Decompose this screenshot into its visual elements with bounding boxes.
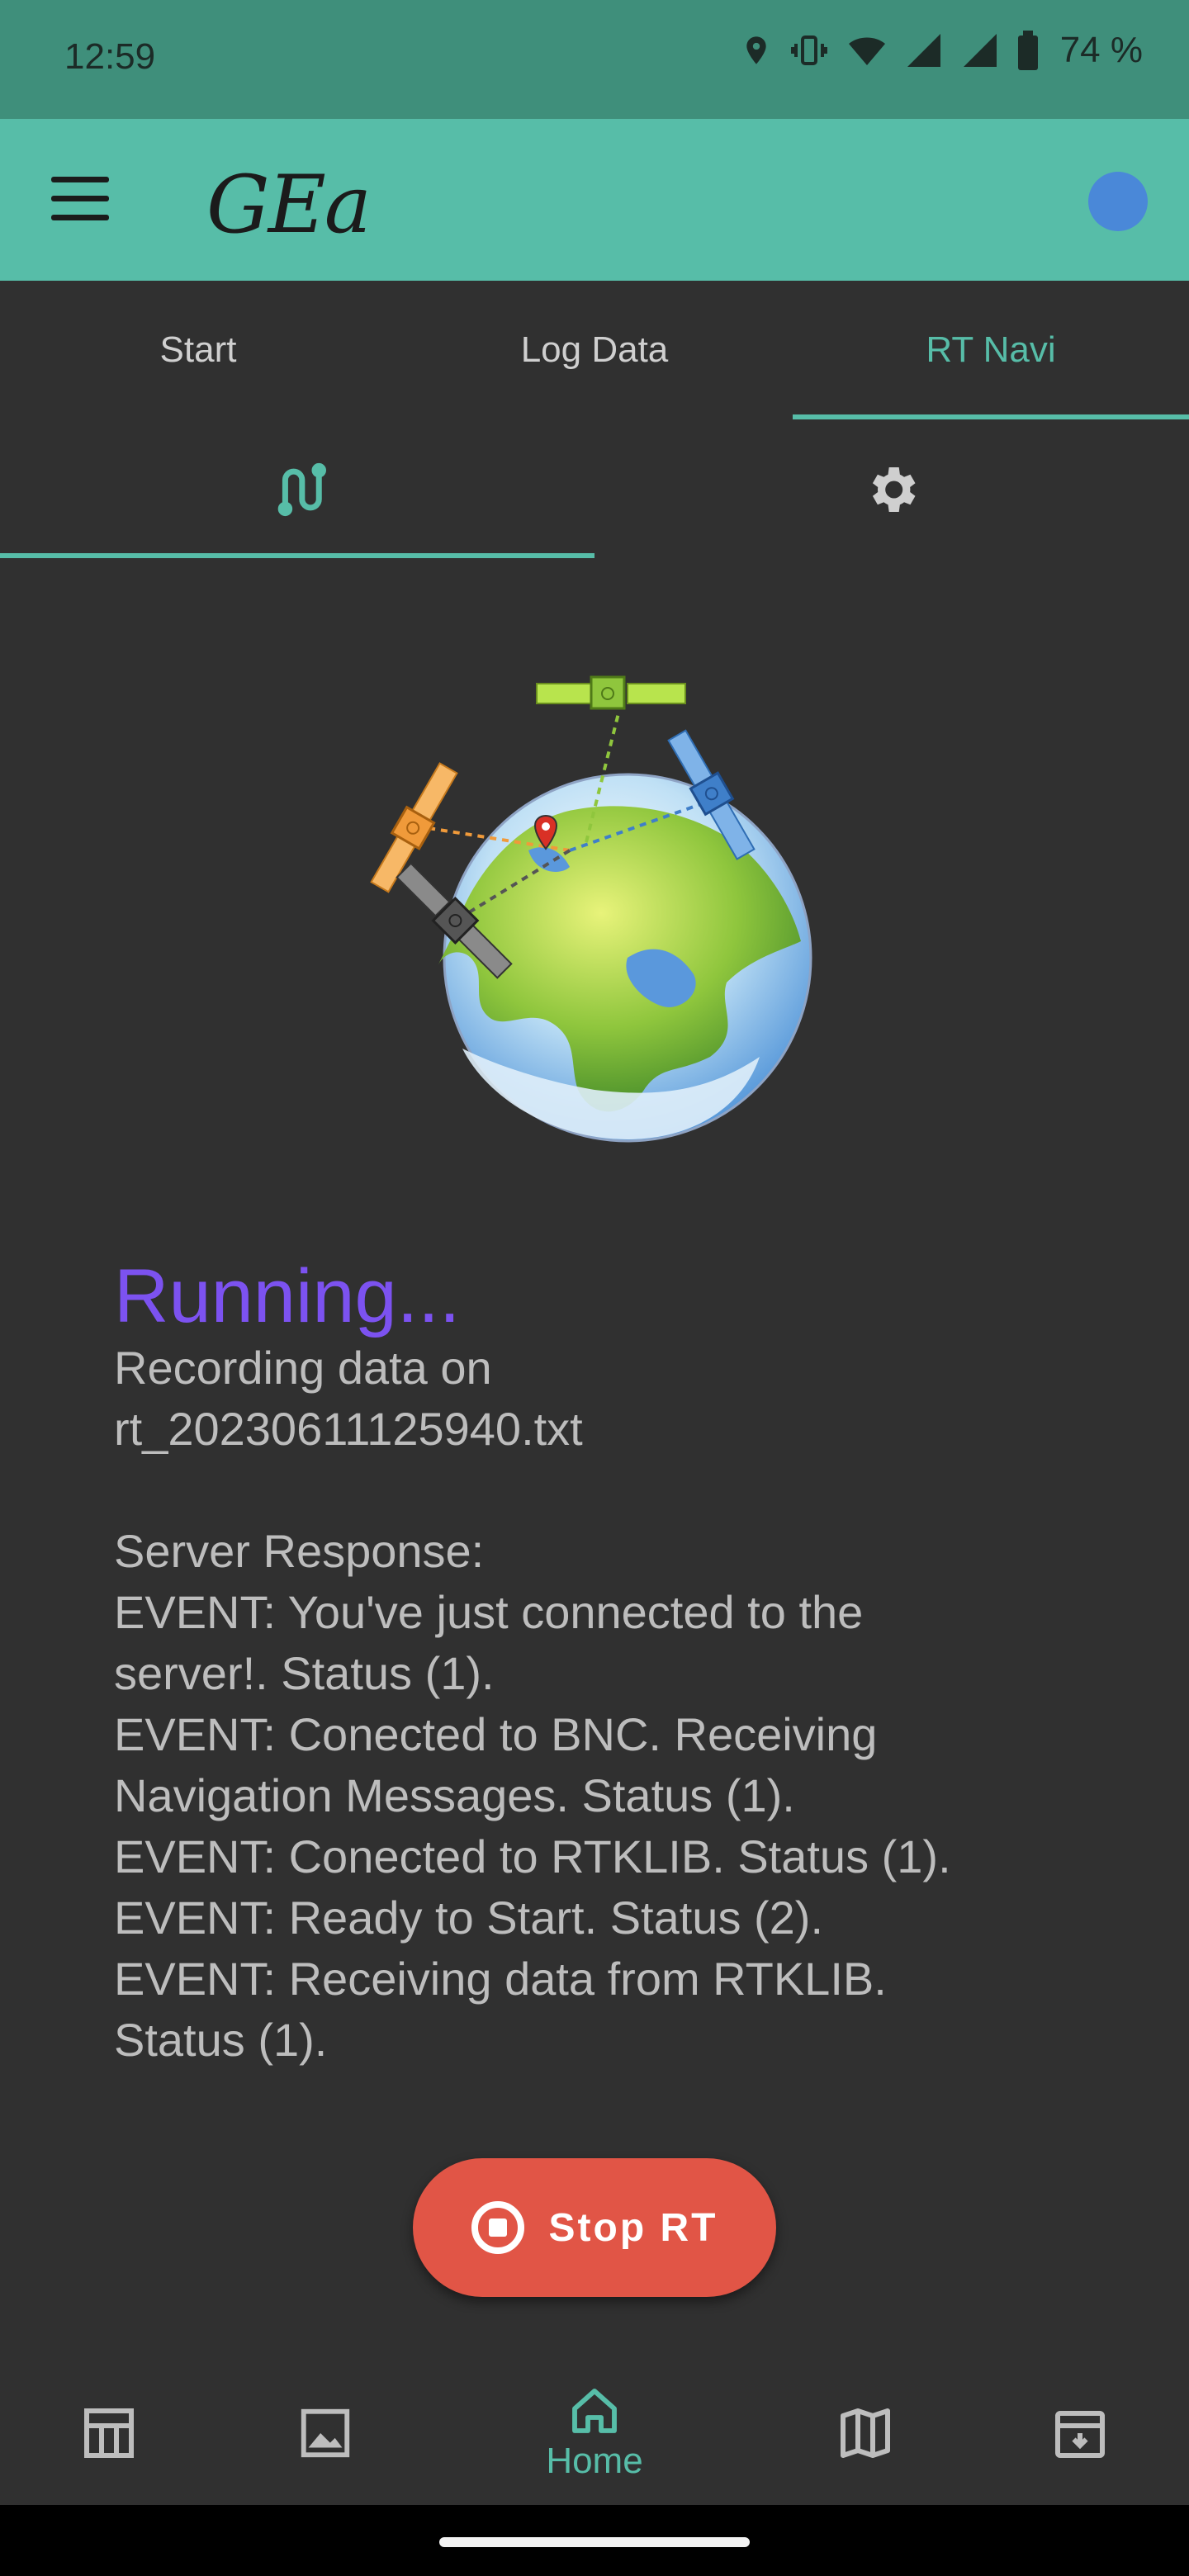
- status-bar: 12:59 74 %: [0, 0, 1189, 119]
- hamburger-icon[interactable]: [51, 177, 109, 223]
- subtab-settings[interactable]: [594, 419, 1189, 560]
- stop-rt-button[interactable]: Stop RT: [413, 2158, 776, 2297]
- nav-table[interactable]: [2, 2361, 216, 2505]
- event-line: EVENT: You've just connected to the: [114, 1586, 864, 1638]
- signal-icon: [907, 34, 940, 67]
- subtab-indicator: [0, 553, 594, 558]
- image-icon: [301, 2408, 350, 2458]
- table-icon: [84, 2408, 134, 2458]
- app-logo: GEa: [206, 159, 372, 251]
- main-tabs: Start Log Data RT Navi: [0, 281, 1189, 419]
- location-icon: [746, 36, 766, 64]
- tab-start[interactable]: Start: [0, 281, 396, 419]
- map-icon: [841, 2408, 890, 2458]
- recording-file: rt_20230611125940.txt: [114, 1403, 583, 1455]
- stop-rt-label: Stop RT: [548, 2205, 718, 2250]
- event-line: EVENT: Conected to BNC. Receiving: [114, 1708, 878, 1760]
- wifi-icon: [848, 37, 885, 65]
- route-icon: [277, 462, 326, 517]
- bottom-nav: Home: [0, 2361, 1189, 2505]
- status-time: 12:59: [64, 36, 156, 77]
- home-icon: [572, 2389, 617, 2433]
- sub-tabs: [0, 419, 1189, 560]
- status-icons: 74 %: [740, 30, 1143, 71]
- nav-image[interactable]: [218, 2361, 433, 2505]
- tab-rt-navi[interactable]: RT Navi: [793, 281, 1189, 419]
- gesture-bar: [0, 2505, 1189, 2576]
- vibrate-icon: [790, 36, 827, 65]
- gesture-handle[interactable]: [439, 2537, 750, 2547]
- signal-icon-2: [963, 34, 997, 67]
- archive-icon: [1055, 2411, 1105, 2458]
- battery-icon: [1017, 31, 1038, 70]
- nav-archive[interactable]: [973, 2361, 1187, 2505]
- nav-map[interactable]: [758, 2361, 973, 2505]
- event-line: server!. Status (1).: [114, 1647, 495, 1699]
- status-content: Running... Recording data on rt_20230611…: [114, 1255, 1105, 2071]
- globe-satellites-illustration: [370, 675, 812, 1143]
- event-line: Navigation Messages. Status (1).: [114, 1769, 795, 1821]
- server-response-header: Server Response:: [114, 1525, 485, 1577]
- event-line: EVENT: Ready to Start. Status (2).: [114, 1892, 824, 1944]
- tab-log-data[interactable]: Log Data: [396, 281, 793, 419]
- recording-label: Recording data on: [114, 1342, 492, 1394]
- event-line: EVENT: Conected to RTKLIB. Status (1).: [114, 1830, 951, 1882]
- stop-icon: [471, 2201, 524, 2254]
- battery-percent: 74 %: [1059, 30, 1143, 70]
- running-title: Running...: [114, 1254, 461, 1338]
- app-bar: GEa: [0, 119, 1189, 281]
- nav-home-label: Home: [546, 2441, 643, 2481]
- event-line: Status (1).: [114, 2014, 328, 2066]
- avatar[interactable]: [1088, 172, 1148, 231]
- subtab-route[interactable]: [0, 419, 594, 560]
- event-line: EVENT: Receiving data from RTKLIB.: [114, 1953, 887, 2005]
- nav-home[interactable]: Home: [487, 2361, 702, 2505]
- gear-icon: [872, 467, 916, 512]
